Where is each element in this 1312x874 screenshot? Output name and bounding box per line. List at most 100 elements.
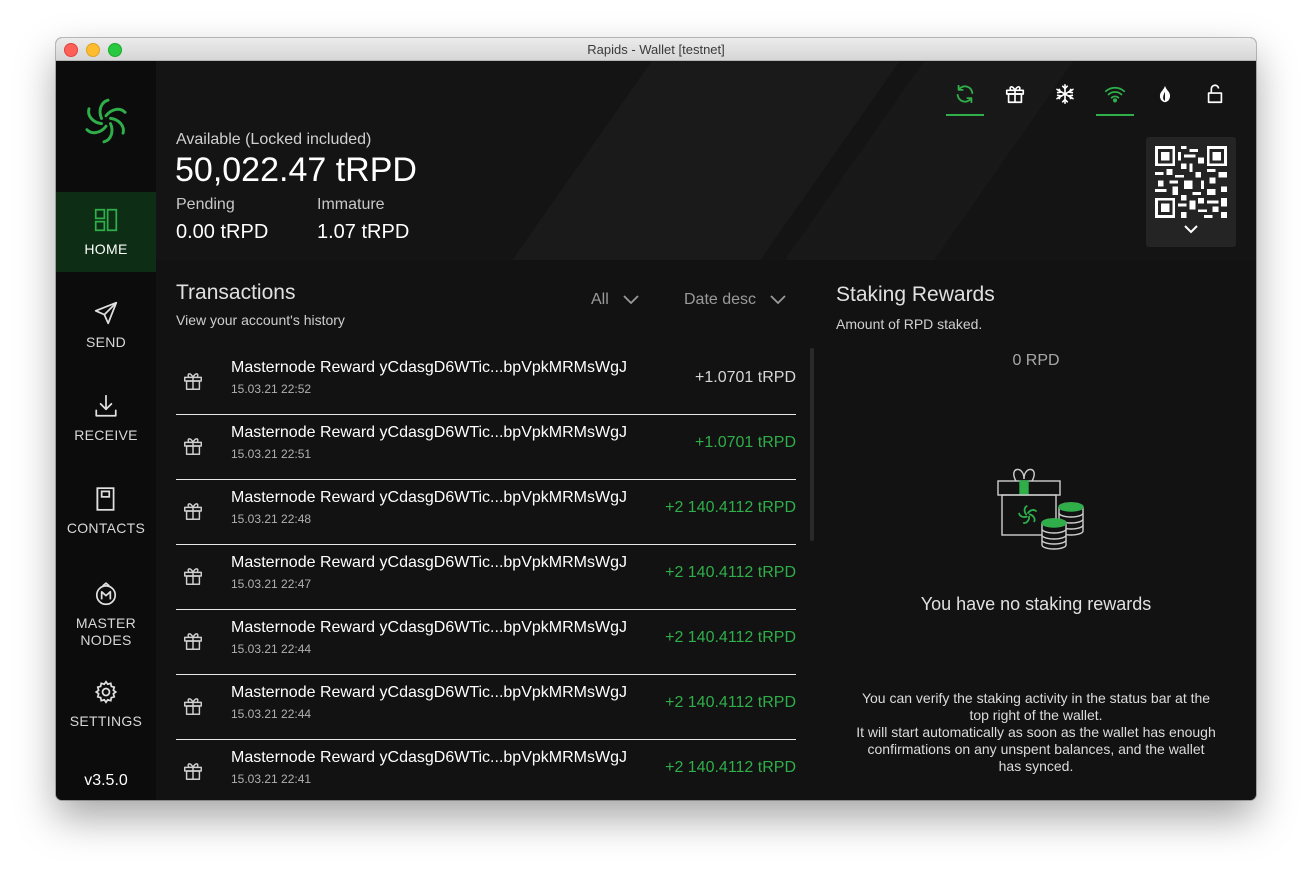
transaction-amount: +1.0701 tRPD [695,369,796,386]
staking-gift-coins-illustration [997,468,1084,550]
gift-icon [184,633,202,650]
sidebar-item-home[interactable]: HOME [56,192,156,272]
chevron-down-icon [770,295,786,305]
wallet-lock-button[interactable] [1196,75,1234,113]
sidebar-item-send[interactable]: SEND [56,285,156,365]
transactions-subtitle: View your account's history [176,312,345,328]
transaction-row[interactable]: Masternode Reward yCdasgD6WTic...bpVpkMR… [176,740,796,800]
transaction-row[interactable]: Masternode Reward yCdasgD6WTic...bpVpkMR… [176,350,796,415]
send-paper-plane-icon [94,301,118,324]
transactions-title: Transactions [176,281,296,304]
close-window-button[interactable] [64,43,78,57]
qr-code-button[interactable] [1146,137,1236,247]
gift-icon [1005,86,1025,104]
snowflake-icon [1056,84,1074,104]
pending-value: 0.00 tRPD [176,221,269,243]
pending-label: Pending [176,196,235,213]
transaction-row[interactable]: Masternode Reward yCdasgD6WTic...bpVpkMR… [176,415,796,480]
window-title: Rapids - Wallet [testnet] [587,41,725,57]
immature-label: Immature [317,196,385,213]
transaction-date: 15.03.21 22:52 [231,382,312,396]
available-balance-label: Available (Locked included) [176,131,372,148]
available-balance-value: 50,022.47 tRPD [175,151,417,189]
chevron-down-icon [623,295,639,305]
sidebar: HOME SEND RECEIVE CONTACTS MASTER NODES [56,61,156,800]
gear-icon [94,679,118,704]
sidebar-item-masternodes[interactable]: MASTER NODES [56,571,156,659]
balance-header: Available (Locked included) 50,022.47 tR… [156,61,1256,260]
transaction-date: 15.03.21 22:47 [231,577,312,591]
transaction-date: 15.03.21 22:51 [231,447,312,461]
gift-icon [184,438,202,455]
transaction-date: 15.03.21 22:41 [231,772,312,786]
staking-title: Staking Rewards [836,283,995,306]
contacts-book-icon [96,486,115,511]
staking-info-line: It will start automatically as soon as t… [856,724,1216,774]
transaction-amount: +2 140.4112 tRPD [665,629,796,646]
transaction-amount: +2 140.4112 tRPD [665,759,796,776]
rapids-logo-icon [85,98,127,144]
qr-code-icon [1155,146,1227,218]
gift-icon [184,373,202,390]
transactions-scrollbar[interactable] [810,348,814,541]
sort-filter-value: Date desc [684,291,757,308]
staking-empty-message: You have no staking rewards [920,594,1152,614]
masternode-icon [95,582,117,606]
tor-onion-icon [1159,85,1171,103]
status-icon-bar [946,75,1234,116]
app-window: Rapids - Wallet [testnet] HOME SEND RECE… [56,38,1256,800]
transaction-name: Masternode Reward yCdasgD6WTic...bpVpkMR… [231,489,627,506]
transaction-amount: +1.0701 tRPD [695,434,796,451]
window-controls [64,43,122,57]
transaction-date: 15.03.21 22:48 [231,512,312,526]
sidebar-item-label: SEND [85,333,127,350]
chevron-down-icon [1184,225,1198,234]
sidebar-item-settings[interactable]: SETTINGS [56,664,156,744]
tor-button[interactable] [1146,75,1184,113]
transaction-name: Masternode Reward yCdasgD6WTic...bpVpkMR… [231,749,627,766]
transaction-type-filter[interactable]: All [591,291,639,309]
sidebar-item-receive[interactable]: RECEIVE [56,378,156,458]
staking-subtitle: Amount of RPD staked. [836,316,983,332]
title-bar: Rapids - Wallet [testnet] [56,38,1256,61]
transaction-name: Masternode Reward yCdasgD6WTic...bpVpkMR… [231,424,627,441]
sync-icon [956,84,974,104]
immature-value: 1.07 tRPD [317,221,410,243]
sidebar-item-label: HOME [84,240,128,257]
staking-info-line: You can verify the staking activity in t… [861,690,1211,723]
transaction-amount: +2 140.4112 tRPD [665,694,796,711]
staking-info-text: You can verify the staking activity in t… [856,690,1216,775]
sidebar-item-label: CONTACTS [66,519,146,536]
transaction-amount: +2 140.4112 tRPD [665,564,796,581]
transaction-date: 15.03.21 22:44 [231,707,312,721]
unlock-icon [1207,84,1223,104]
maximize-window-button[interactable] [108,43,122,57]
network-status-button[interactable] [1096,75,1134,116]
transaction-name: Masternode Reward yCdasgD6WTic...bpVpkMR… [231,619,627,636]
staking-amount: 0 RPD [1012,352,1060,369]
download-icon [95,394,117,417]
minimize-window-button[interactable] [86,43,100,57]
sidebar-item-label: MASTER NODES [75,615,137,648]
rewards-button[interactable] [996,75,1034,113]
app-version: v3.5.0 [84,772,128,789]
transaction-row[interactable]: Masternode Reward yCdasgD6WTic...bpVpkMR… [176,610,796,675]
transaction-name: Masternode Reward yCdasgD6WTic...bpVpkMR… [231,554,627,571]
type-filter-value: All [591,291,609,308]
transaction-row[interactable]: Masternode Reward yCdasgD6WTic...bpVpkMR… [176,545,796,610]
wifi-icon [1104,86,1126,103]
transaction-amount: +2 140.4112 tRPD [665,499,796,516]
sync-button[interactable] [946,75,984,116]
transaction-date: 15.03.21 22:44 [231,642,312,656]
sidebar-item-contacts[interactable]: CONTACTS [56,471,156,551]
transaction-name: Masternode Reward yCdasgD6WTic...bpVpkMR… [231,359,627,376]
sidebar-item-label: RECEIVE [74,426,138,443]
gift-icon [184,763,202,780]
transaction-sort-filter[interactable]: Date desc [684,291,786,309]
transaction-row[interactable]: Masternode Reward yCdasgD6WTic...bpVpkMR… [176,675,796,740]
home-dashboard-icon [94,208,118,231]
transactions-list: Masternode Reward yCdasgD6WTic...bpVpkMR… [176,350,796,800]
gift-icon [184,503,202,520]
transaction-row[interactable]: Masternode Reward yCdasgD6WTic...bpVpkMR… [176,480,796,545]
cold-staking-button[interactable] [1046,75,1084,113]
